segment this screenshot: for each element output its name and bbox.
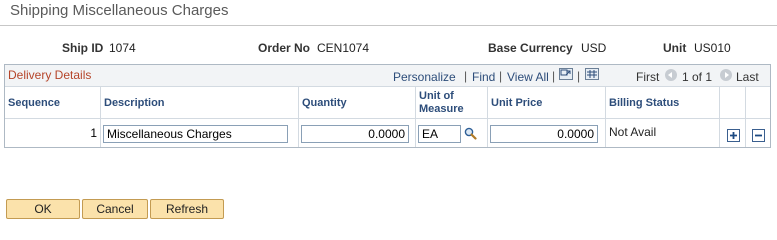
cell-sequence: 1	[5, 119, 100, 147]
unit-of-measure-input[interactable]	[418, 125, 461, 143]
cell-unit-price	[487, 119, 605, 147]
column-quantity[interactable]: Quantity	[298, 87, 415, 118]
next-arrow-icon[interactable]	[720, 69, 732, 81]
column-header-row: Sequence Description Quantity Unit of Me…	[5, 87, 770, 119]
cell-billing-status: Not Avail	[605, 119, 719, 147]
unit-price-input[interactable]	[490, 125, 598, 143]
column-delete	[745, 87, 770, 118]
title-divider	[0, 25, 777, 26]
unit-value: US010	[694, 41, 731, 55]
column-uom-line1: Unit of	[419, 89, 454, 102]
column-uom-line2: Measure	[419, 102, 464, 115]
description-input[interactable]	[103, 125, 288, 143]
personalize-link[interactable]: Personalize	[393, 70, 456, 84]
search-icon[interactable]	[464, 127, 477, 140]
first-label: First	[636, 70, 660, 84]
grid-title: Delivery Details	[8, 68, 92, 82]
base-currency-label: Base Currency	[488, 41, 573, 55]
ship-id-value: 1074	[109, 41, 136, 55]
table-row: 1 Not Avail	[5, 119, 770, 147]
delete-row-button[interactable]	[752, 129, 765, 142]
ok-button[interactable]: OK	[6, 199, 80, 219]
download-grid-icon[interactable]	[585, 68, 599, 80]
cancel-button[interactable]: Cancel	[82, 199, 148, 219]
new-window-icon[interactable]	[559, 68, 573, 80]
separator: |	[464, 69, 468, 83]
unit-label: Unit	[663, 41, 687, 55]
cell-description	[100, 119, 298, 147]
cell-quantity	[298, 119, 415, 147]
ship-id-label: Ship ID	[62, 41, 104, 55]
column-description[interactable]: Description	[100, 87, 298, 118]
grid-title-bar: Delivery Details Personalize | Find | Vi…	[5, 65, 770, 87]
separator: |	[577, 69, 581, 83]
quantity-input[interactable]	[301, 125, 409, 143]
order-no-value: CEN1074	[317, 41, 370, 55]
delivery-details-grid: Delivery Details Personalize | Find | Vi…	[4, 64, 771, 148]
page-title: Shipping Miscellaneous Charges	[10, 2, 229, 19]
separator: |	[552, 69, 556, 83]
column-unit-price[interactable]: Unit Price	[487, 87, 605, 118]
base-currency-value: USD	[581, 41, 607, 55]
refresh-button[interactable]: Refresh	[150, 199, 224, 219]
billing-status-value: Not Avail	[609, 125, 657, 139]
column-unit-of-measure[interactable]: Unit of Measure	[415, 87, 487, 118]
sequence-value: 1	[90, 126, 97, 140]
find-link[interactable]: Find	[472, 70, 495, 84]
plus-icon	[730, 132, 737, 139]
column-billing-status[interactable]: Billing Status	[605, 87, 719, 118]
previous-arrow-icon[interactable]	[665, 69, 677, 81]
cell-unit-of-measure	[415, 119, 487, 147]
order-no-label: Order No	[258, 41, 311, 55]
separator: |	[499, 69, 503, 83]
add-row-button[interactable]	[727, 129, 740, 142]
column-add	[719, 87, 745, 118]
cell-delete-row	[745, 119, 770, 147]
minus-icon	[755, 134, 762, 137]
row-range: 1 of 1	[682, 70, 713, 84]
view-all-link[interactable]: View All	[507, 70, 549, 84]
cell-add-row	[719, 119, 745, 147]
last-label: Last	[736, 70, 759, 84]
column-sequence[interactable]: Sequence	[5, 87, 100, 118]
